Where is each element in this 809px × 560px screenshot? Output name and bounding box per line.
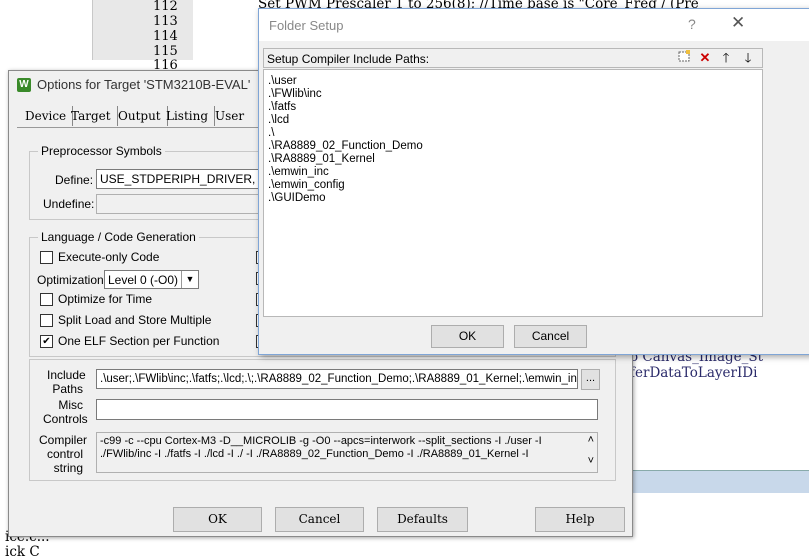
compiler-line: -c99 -c --cpu Cortex-M3 -D__MICROLIB -g … xyxy=(100,435,542,447)
list-item[interactable]: .\FWlib\inc xyxy=(268,88,322,101)
misc-label-line: Controls xyxy=(43,412,88,426)
misc-controls-label: Misc Controls xyxy=(43,398,88,426)
dialog-title: Options for Target 'STM3210B-EVAL' xyxy=(37,77,251,92)
tab-user[interactable]: User xyxy=(209,106,250,126)
optimize-time-checkbox[interactable] xyxy=(40,293,53,306)
folder-cancel-button[interactable]: Cancel xyxy=(514,325,587,348)
list-item[interactable]: .\GUIDemo xyxy=(268,192,326,205)
define-input[interactable]: USE_STDPERIPH_DRIVER, STM xyxy=(96,169,266,189)
optimization-select[interactable]: Level 0 (-O0) ▼ xyxy=(104,270,199,289)
defaults-button[interactable]: Defaults xyxy=(377,507,468,532)
list-item[interactable]: .\emwin_config xyxy=(268,179,345,192)
undefine-input[interactable] xyxy=(96,194,266,214)
help-button[interactable]: Help xyxy=(535,507,625,532)
line-number: 114 xyxy=(153,29,178,44)
code-line: ferDataToLayerIDi xyxy=(630,365,758,381)
include-paths-toolbar: Setup Compiler Include Paths: ✕ 🡑 🡓 xyxy=(263,48,763,68)
undefine-label: Undefine: xyxy=(43,197,95,211)
folder-setup-dialog: Folder Setup ? ✕ Setup Compiler Include … xyxy=(258,8,809,355)
new-folder-icon[interactable] xyxy=(675,50,693,66)
cancel-button[interactable]: Cancel xyxy=(275,507,364,532)
list-item[interactable]: .\emwin_inc xyxy=(268,166,329,179)
preprocessor-group-label: Preprocessor Symbols xyxy=(38,144,165,158)
delete-icon[interactable]: ✕ xyxy=(696,50,714,66)
editor-status-strip xyxy=(630,470,809,493)
chevron-down-icon[interactable]: ▼ xyxy=(181,271,198,288)
compiler-control-label: Compiler control string xyxy=(39,433,88,475)
compiler-control-string[interactable]: -c99 -c --cpu Cortex-M3 -D__MICROLIB -g … xyxy=(96,432,598,473)
keil-app-icon: W xyxy=(17,78,31,92)
optimization-label: Optimization: xyxy=(37,273,108,287)
tab-target[interactable]: Target xyxy=(65,106,118,126)
list-item[interactable]: .\RA8889_01_Kernel xyxy=(268,153,375,166)
include-paths-input[interactable]: .\user;.\FWlib\inc;.\fatfs;.\lcd;.\;.\RA… xyxy=(96,369,578,389)
execute-only-label: Execute-only Code xyxy=(58,250,160,264)
line-number: 113 xyxy=(153,14,178,29)
optimization-value: Level 0 (-O0) xyxy=(108,273,179,287)
one-elf-label: One ELF Section per Function xyxy=(58,334,220,348)
misc-controls-input[interactable] xyxy=(96,399,598,420)
optimize-time-label: Optimize for Time xyxy=(58,292,153,306)
define-label: Define: xyxy=(55,173,94,187)
line-number: 115 xyxy=(153,44,178,59)
line-number: 112 xyxy=(153,0,178,14)
move-up-icon[interactable]: 🡑 xyxy=(717,50,735,66)
dialog-titlebar[interactable]: Folder Setup ? ✕ xyxy=(259,9,809,41)
dialog-title: Folder Setup xyxy=(269,18,344,33)
include-paths-label: Include Paths xyxy=(47,368,86,396)
list-item[interactable]: .\lcd xyxy=(268,114,289,127)
tab-listing[interactable]: Listing xyxy=(160,106,216,126)
ok-button[interactable]: OK xyxy=(173,507,262,532)
help-icon[interactable]: ? xyxy=(688,16,696,32)
split-load-label: Split Load and Store Multiple xyxy=(58,313,212,327)
scroll-up-icon[interactable]: ˄ xyxy=(588,434,594,447)
compiler-label-line: Compiler xyxy=(39,433,88,447)
move-down-icon[interactable]: 🡓 xyxy=(739,50,757,66)
list-item[interactable]: .\ xyxy=(268,127,274,140)
include-paths-browse-button[interactable]: ... xyxy=(581,369,600,390)
line-number-gutter: 112 113 114 115 116 xyxy=(92,0,193,73)
misc-label-line: Misc xyxy=(58,398,83,412)
execute-only-checkbox[interactable] xyxy=(40,251,53,264)
compiler-label-line: control xyxy=(46,447,83,461)
split-load-checkbox[interactable] xyxy=(40,314,53,327)
list-item[interactable]: .\RA8889_02_Function_Demo xyxy=(268,140,423,153)
list-item[interactable]: .\fatfs xyxy=(268,101,296,114)
list-item[interactable]: .\user xyxy=(268,75,297,88)
compiler-line: ./FWlib/inc -I ./fatfs -I ./lcd -I ./ -I… xyxy=(100,448,529,460)
one-elf-checkbox[interactable]: ✔ xyxy=(40,335,53,348)
close-icon[interactable]: ✕ xyxy=(731,13,745,33)
include-label-line: Include xyxy=(47,368,86,382)
include-paths-list[interactable]: .\user .\FWlib\inc .\fatfs .\lcd .\ .\RA… xyxy=(263,69,763,317)
language-group-label: Language / Code Generation xyxy=(38,230,199,244)
folder-ok-button[interactable]: OK xyxy=(431,325,504,348)
include-paths-header: Setup Compiler Include Paths: xyxy=(267,52,430,66)
compiler-label-line: string xyxy=(53,461,83,475)
include-label-line: Paths xyxy=(52,382,83,396)
scroll-down-icon[interactable]: ˅ xyxy=(588,455,594,468)
